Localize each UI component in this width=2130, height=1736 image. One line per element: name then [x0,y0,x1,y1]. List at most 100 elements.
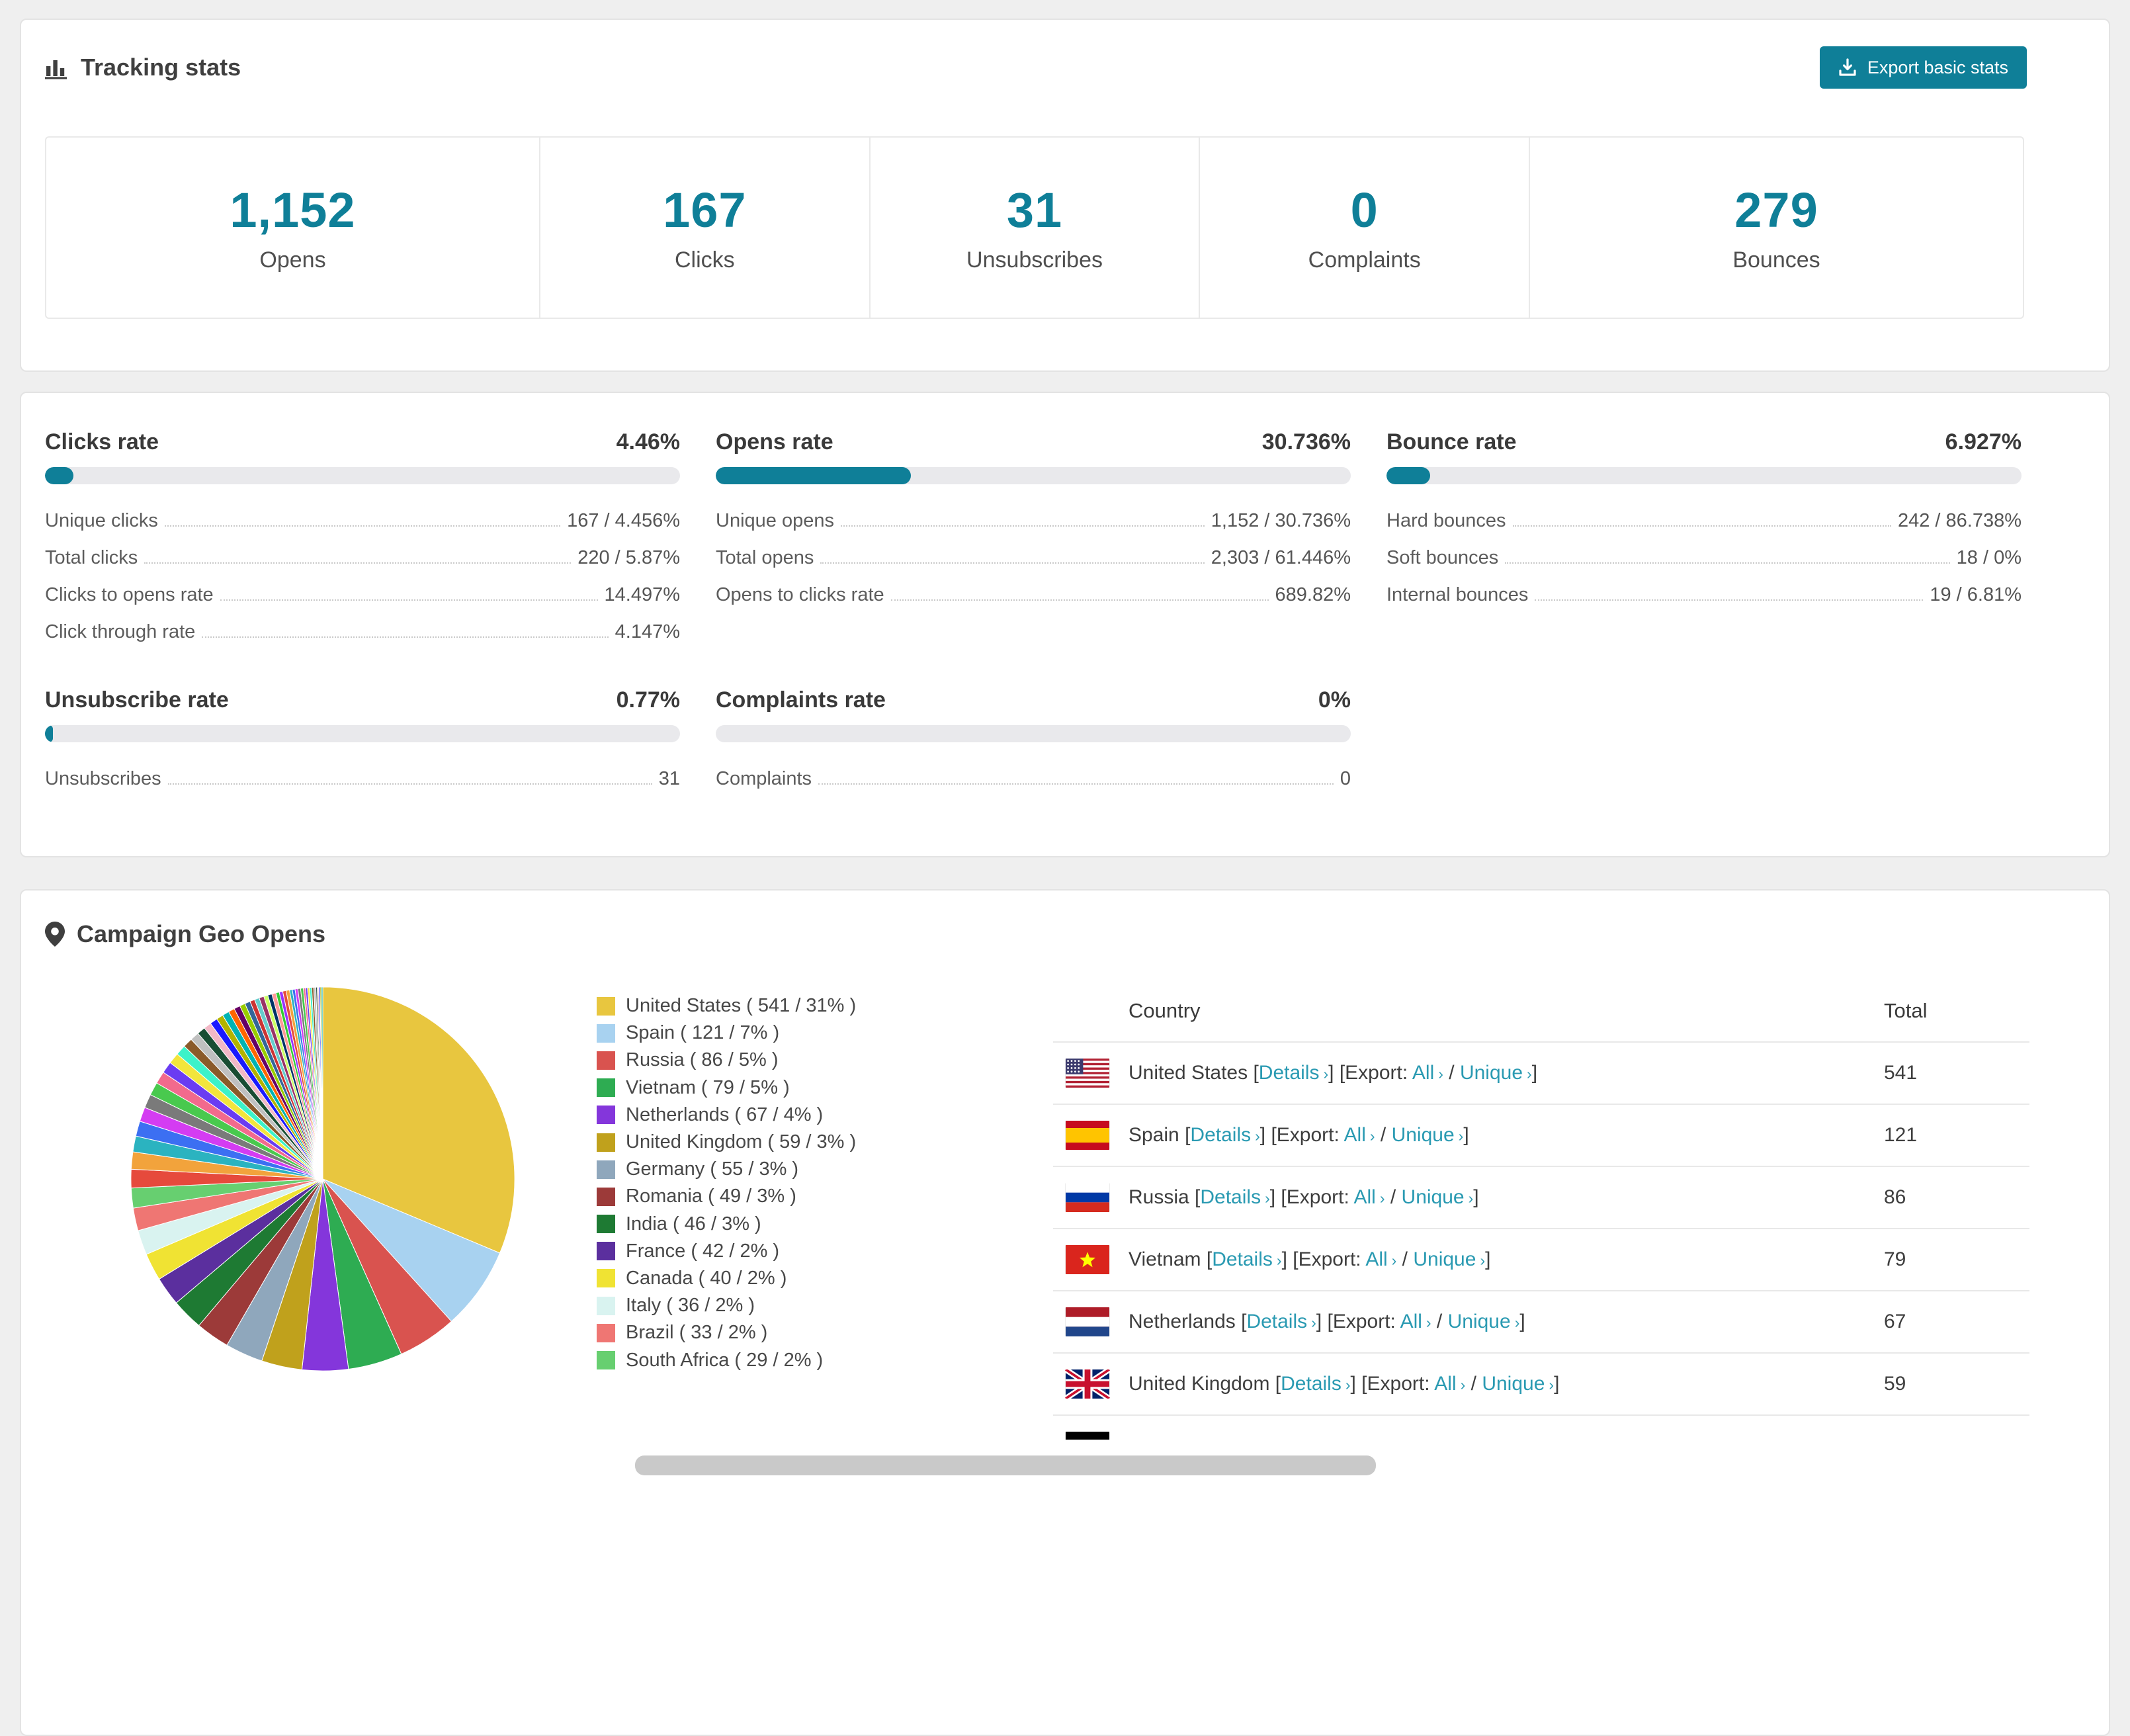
legend-item[interactable]: United Kingdom ( 59 / 3% ) [597,1129,856,1156]
geo-table-header-row: Country Total [1053,980,2029,1043]
country-links: [Details ›] [Export: All › / Unique ›] [1179,1124,1469,1146]
opens-rate-value: 30.736% [1261,429,1351,455]
export-unique-link[interactable]: Unique [1402,1186,1465,1208]
clicks-rate-title: Clicks rate [45,429,159,455]
export-unique-link[interactable]: Unique [1413,1248,1476,1270]
export-all-link[interactable]: All [1412,1062,1434,1084]
chevron-right-icon: › [1276,1252,1282,1269]
legend-item[interactable]: Italy ( 36 / 2% ) [597,1292,856,1319]
export-label: Export: [1367,1373,1430,1395]
legend-label: Vietnam ( 79 / 5% ) [626,1076,790,1098]
stat-row: Complaints 0 [716,753,1351,790]
geo-pie-chart[interactable] [127,983,519,1375]
chevron-right-icon: › [1527,1065,1532,1082]
stat-clicks-value: 167 [663,183,747,238]
export-all-link[interactable]: All [1434,1373,1456,1395]
details-link[interactable]: Details [1246,1311,1307,1332]
rates-grid: Clicks rate 4.46% Unique clicks 167 / 4.4… [21,393,2109,790]
legend-item[interactable]: Canada ( 40 / 2% ) [597,1265,856,1292]
country-flag-icon [1065,1121,1110,1150]
stat-row: Clicks to opens rate 14.497% [45,569,680,606]
bounce-rate-progress-bar [1386,467,2022,484]
export-all-link[interactable]: All [1365,1248,1387,1270]
legend-item[interactable]: France ( 42 / 2% ) [597,1238,856,1265]
stat-row: Total clicks 220 / 5.87% [45,532,680,569]
chevron-right-icon: › [1391,1252,1397,1269]
legend-item[interactable]: Spain ( 121 / 7% ) [597,1020,856,1047]
country-name: Vietnam [1129,1248,1201,1270]
legend-item[interactable]: Brazil ( 33 / 2% ) [597,1319,856,1346]
tracking-stats-card: Tracking stats Export basic stats 1,152 … [20,19,2110,372]
legend-label: India ( 46 / 3% ) [626,1213,761,1235]
chevron-right-icon: › [1460,1376,1466,1393]
country-name: Spain [1129,1124,1179,1146]
legend-item[interactable]: Netherlands ( 67 / 4% ) [597,1102,856,1129]
geo-opens-table: Country Total United States [Details ›] [… [1053,980,2029,1478]
export-icon [1839,58,1856,76]
chevron-right-icon: › [1369,1127,1375,1145]
export-all-link[interactable]: All [1400,1311,1422,1332]
geo-header: Campaign Geo Opens [21,890,2109,951]
floating-scrollbar-track [21,1440,2109,1519]
stat-row-label: Internal bounces [1386,584,1529,605]
export-all-link[interactable]: All [1354,1186,1376,1208]
legend-swatch [597,1242,615,1261]
legend-item[interactable]: Romania ( 49 / 3% ) [597,1183,856,1210]
legend-item[interactable]: United States ( 541 / 31% ) [597,992,856,1020]
legend-item[interactable]: Russia ( 86 / 5% ) [597,1047,856,1074]
export-unique-link[interactable]: Unique [1392,1124,1455,1146]
export-unique-link[interactable]: Unique [1448,1311,1511,1332]
stat-row-value: 1,152 / 30.736% [1211,510,1351,531]
stat-row-value: 18 / 0% [1956,547,2022,568]
legend-swatch [597,1269,615,1288]
chevron-right-icon: › [1345,1376,1351,1393]
country-total: 59 [1884,1373,1906,1395]
stat-row: Unique clicks 167 / 4.456% [45,495,680,532]
chevron-right-icon: › [1480,1252,1486,1269]
export-unique-link[interactable]: Unique [1482,1373,1545,1395]
tracking-stats-title-text: Tracking stats [81,54,241,81]
details-link[interactable]: Details [1281,1373,1342,1395]
stat-row-value: 242 / 86.738% [1897,510,2022,531]
legend-item[interactable]: Germany ( 55 / 3% ) [597,1156,856,1183]
chevron-right-icon: › [1311,1314,1316,1331]
export-basic-stats-button[interactable]: Export basic stats [1819,46,2027,89]
chevron-right-icon: › [1458,1127,1464,1145]
bar-chart-icon [45,60,67,79]
export-all-link[interactable]: All [1344,1124,1366,1146]
map-pin-icon [45,922,65,947]
complaints-rate-progress-bar [716,725,1351,742]
legend-item[interactable]: South Africa ( 29 / 2% ) [597,1346,856,1373]
geo-pie-legend: United States ( 541 / 31% ) Spain ( 121 /… [597,992,856,1374]
geo-title: Campaign Geo Opens [45,917,325,951]
details-link[interactable]: Details [1190,1124,1251,1146]
stat-row-label: Unsubscribes [45,768,161,789]
unsubscribe-rate-title: Unsubscribe rate [45,687,229,713]
stat-row-label: Unique clicks [45,510,158,531]
stat-row-label: Complaints [716,768,812,789]
horizontal-scrollbar-thumb[interactable] [635,1455,1376,1475]
legend-item[interactable]: Vietnam ( 79 / 5% ) [597,1074,856,1102]
legend-label: South Africa ( 29 / 2% ) [626,1349,824,1371]
country-flag-icon [1065,1059,1110,1088]
stat-row: Hard bounces 242 / 86.738% [1386,495,2022,532]
stat-row-value: 4.147% [615,621,680,642]
stat-clicks-label: Clicks [675,247,735,273]
export-unique-link[interactable]: Unique [1460,1062,1523,1084]
country-links: [Details ›] [Export: All › / Unique ›] [1235,1311,1525,1332]
legend-item[interactable]: India ( 46 / 3% ) [597,1211,856,1238]
export-label: Export: [1345,1062,1408,1084]
chevron-right-icon: › [1323,1065,1329,1082]
stat-complaints-label: Complaints [1308,247,1421,273]
details-link[interactable]: Details [1200,1186,1261,1208]
country-total: 86 [1884,1186,1906,1208]
legend-label: Netherlands ( 67 / 4% ) [626,1104,824,1125]
stat-row-value: 2,303 / 61.446% [1211,547,1351,568]
export-label: Export: [1298,1248,1361,1270]
details-link[interactable]: Details [1259,1062,1320,1084]
legend-swatch [597,1078,615,1098]
stat-row: Unsubscribes 31 [45,753,680,790]
details-link[interactable]: Details [1212,1248,1273,1270]
clicks-rate-value: 4.46% [616,429,680,455]
country-links: [Details ›] [Export: All › / Unique ›] [1189,1186,1479,1208]
